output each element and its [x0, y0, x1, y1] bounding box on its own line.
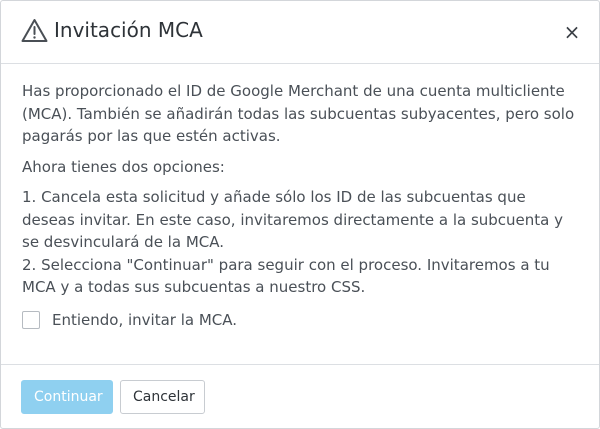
cancel-button[interactable]: Cancelar: [120, 380, 205, 414]
dialog-title: Invitación MCA: [54, 18, 203, 42]
dialog-body: Has proporcionado el ID de Google Mercha…: [22, 80, 582, 299]
close-icon[interactable]: ×: [564, 20, 581, 44]
dialog-header: Invitación MCA ×: [1, 1, 599, 64]
continue-button[interactable]: Continuar: [21, 380, 113, 414]
agree-checkbox-row[interactable]: Entiendo, invitar la MCA.: [22, 309, 237, 331]
dialog-footer: Continuar Cancelar: [1, 364, 599, 429]
warning-triangle-icon: [21, 18, 48, 43]
mca-invitation-dialog: Invitación MCA × Has proporcionado el ID…: [0, 0, 600, 429]
agree-checkbox[interactable]: [22, 311, 40, 329]
intro-text: Has proporcionado el ID de Google Mercha…: [22, 82, 575, 145]
agree-label[interactable]: Entiendo, invitar la MCA.: [52, 311, 237, 329]
option-1-text: 1. Cancela esta solicitud y añade sólo l…: [22, 188, 563, 251]
close-button[interactable]: ×: [561, 21, 583, 43]
options-heading: Ahora tienes dos opciones:: [22, 157, 225, 176]
option-2-text: 2. Selecciona "Continuar" para seguir co…: [22, 255, 550, 297]
